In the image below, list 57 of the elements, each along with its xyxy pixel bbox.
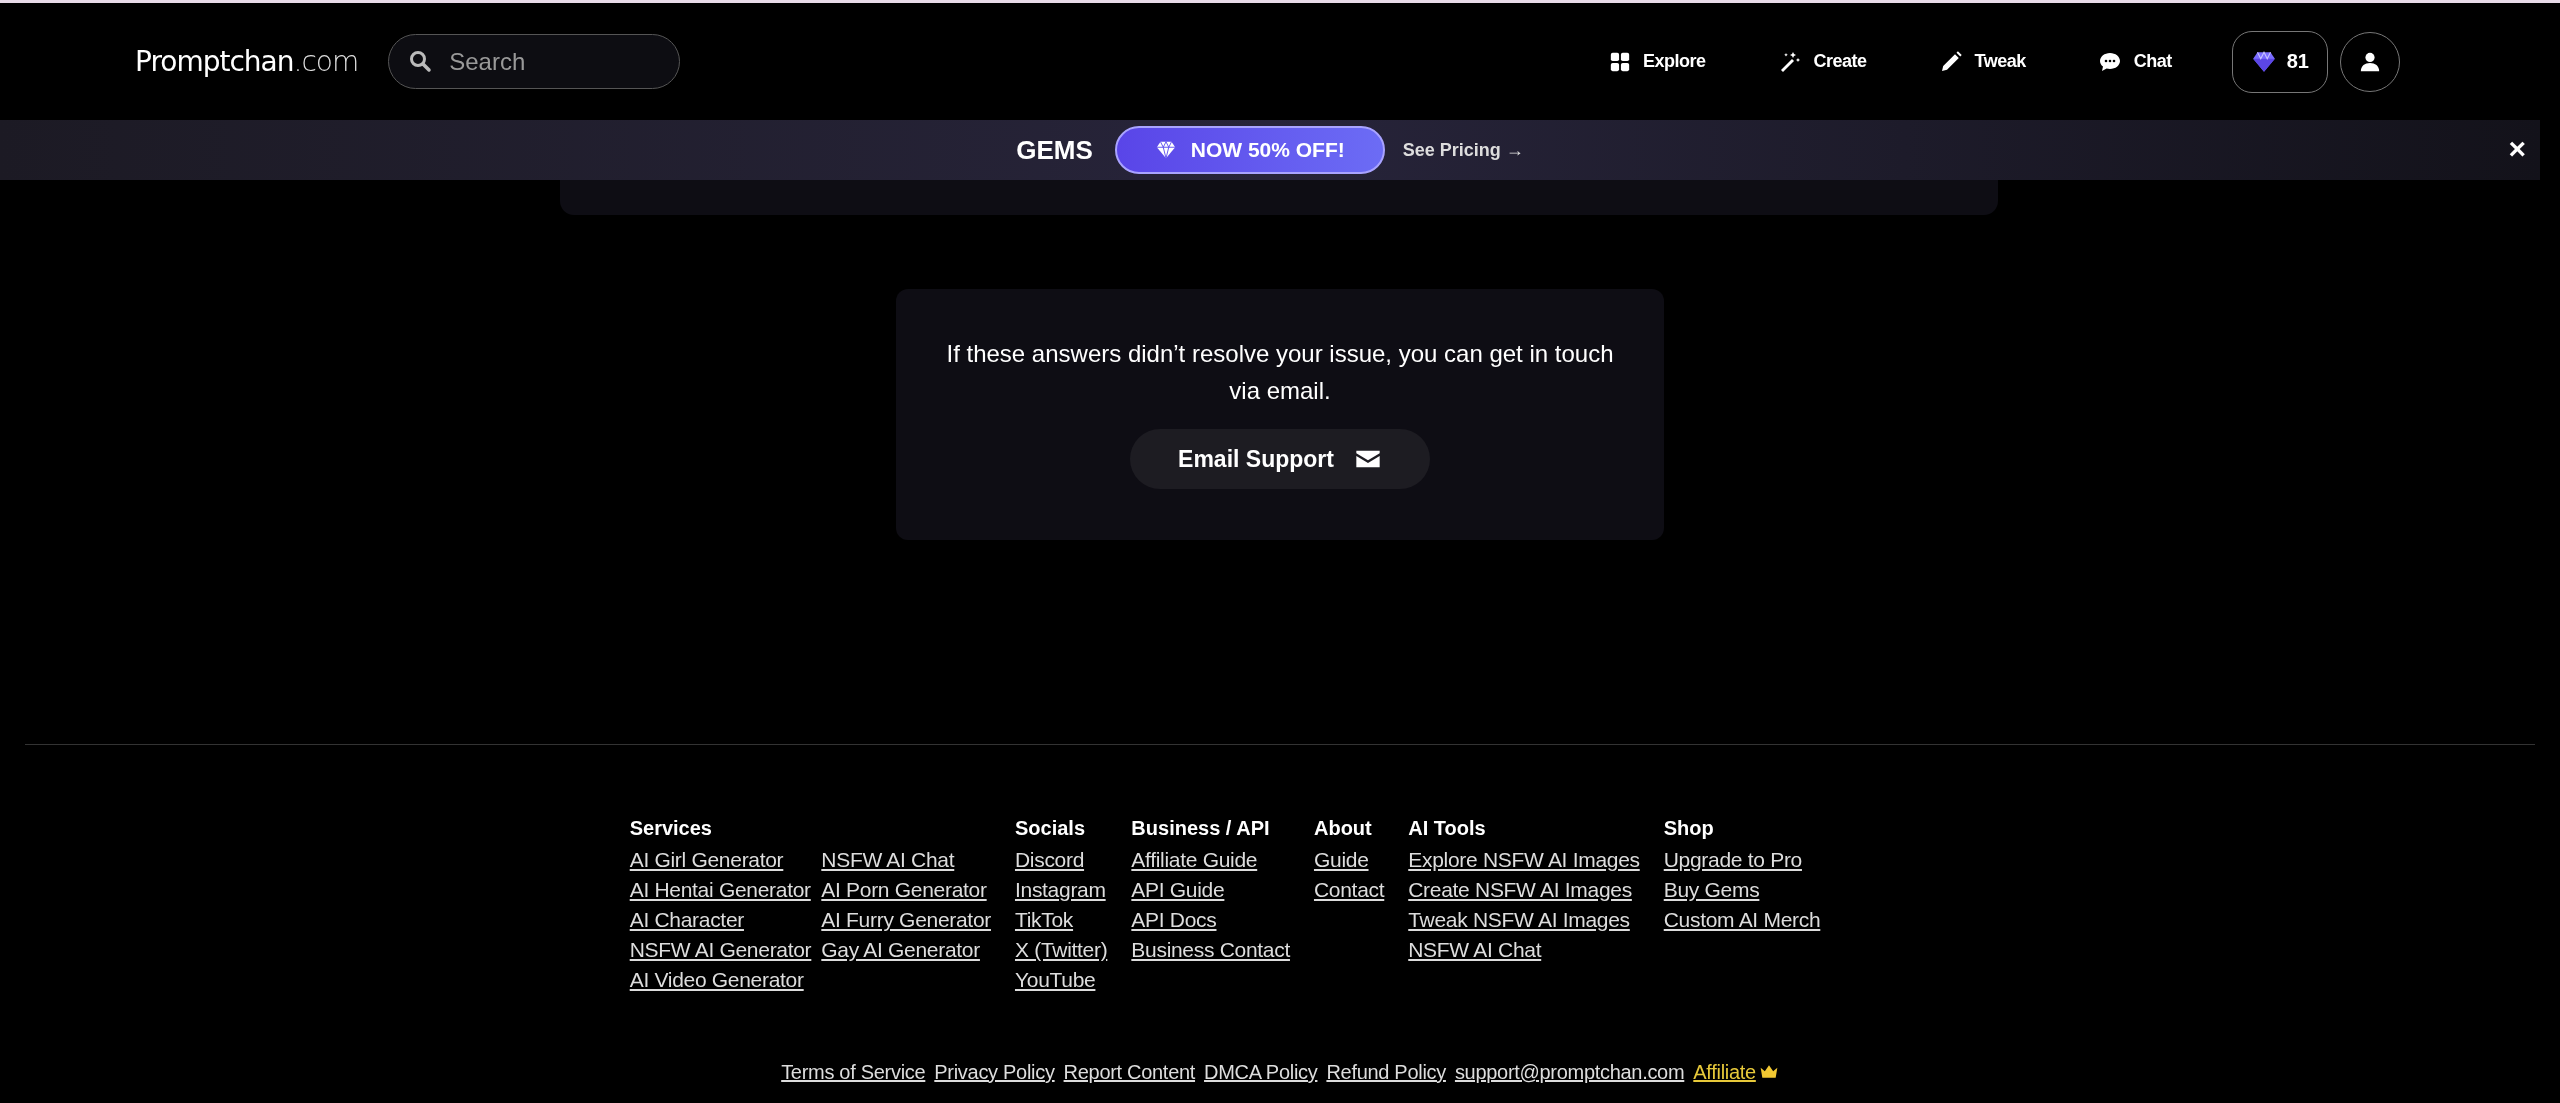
footer-link[interactable]: Contact xyxy=(1313,875,1385,905)
footer-heading: Shop xyxy=(1663,816,1715,841)
footer-link[interactable]: NSFW AI Generator xyxy=(629,935,812,965)
footer-link[interactable]: Custom AI Merch xyxy=(1663,905,1821,935)
nav-link[interactable]: Explore xyxy=(1573,49,1742,74)
affiliate-link[interactable]: Affiliate xyxy=(1693,1057,1756,1087)
footer-link[interactable]: Business Contact xyxy=(1131,935,1290,965)
footer-link[interactable]: AI Video Generator xyxy=(629,965,812,995)
footer-heading: Business / API xyxy=(1131,816,1271,841)
footer-link[interactable]: AI Hentai Generator xyxy=(629,875,812,905)
footer-link[interactable]: AI Porn Generator xyxy=(821,875,991,905)
footer-link[interactable]: Instagram xyxy=(1014,875,1108,905)
site-logo[interactable]: Promptchan.com xyxy=(135,45,359,78)
footer-link[interactable]: Explore NSFW AI Images xyxy=(1408,845,1640,875)
banner-title: GEMS xyxy=(1016,134,1093,166)
email-support-button[interactable]: Email Support xyxy=(1130,429,1430,489)
nav-link[interactable]: Chat xyxy=(2061,49,2208,74)
nav-link[interactable]: Tweak xyxy=(1902,49,2062,74)
footer-link[interactable]: Terms of Service xyxy=(781,1057,926,1087)
footer-heading: Services xyxy=(629,816,713,841)
offer-button[interactable]: NOW 50% OFF! xyxy=(1114,126,1385,174)
footer-link[interactable]: Create NSFW AI Images xyxy=(1408,875,1640,905)
footer-link[interactable]: NSFW AI Chat xyxy=(821,845,991,875)
search-icon xyxy=(408,49,433,73)
footer-link[interactable]: X (Twitter) xyxy=(1014,935,1108,965)
footer-link[interactable]: Report Content xyxy=(1063,1057,1196,1087)
nav-link[interactable]: Create xyxy=(1741,49,1903,74)
footer-link[interactable]: Tweak NSFW AI Images xyxy=(1408,905,1640,935)
close-button[interactable]: × xyxy=(2500,132,2534,166)
footer-link[interactable]: TikTok xyxy=(1014,905,1108,935)
footer-link[interactable]: Upgrade to Pro xyxy=(1663,845,1821,875)
footer-heading: AI Tools xyxy=(1408,816,1487,841)
support-message: If these answers didn’t resolve your issue, you can get in touch via email. xyxy=(945,339,1615,406)
footer-link[interactable]: DMCA Policy xyxy=(1204,1057,1318,1087)
footer-heading: About xyxy=(1313,816,1373,841)
footer-heading: Socials xyxy=(1014,816,1086,841)
footer-link[interactable]: Refund Policy xyxy=(1326,1057,1446,1087)
footer-link[interactable]: API Docs xyxy=(1131,905,1290,935)
search-field[interactable]: Search xyxy=(388,34,681,89)
gems-button[interactable]: 81 xyxy=(2231,30,2328,93)
footer-link[interactable]: Gay AI Generator xyxy=(821,935,991,965)
gem-icon xyxy=(1154,139,1177,161)
footer-link[interactable]: API Guide xyxy=(1131,875,1290,905)
footer-link[interactable]: support@promptchan.com xyxy=(1454,1057,1685,1087)
footer-link[interactable]: NSFW AI Chat xyxy=(1408,935,1640,965)
footer-link[interactable]: Buy Gems xyxy=(1663,875,1821,905)
footer-link[interactable]: YouTube xyxy=(1014,965,1108,995)
footer-link[interactable]: Guide xyxy=(1313,845,1385,875)
footer-link[interactable]: Affiliate Guide xyxy=(1131,845,1290,875)
footer-link[interactable]: Privacy Policy xyxy=(934,1057,1055,1087)
footer-link[interactable]: AI Furry Generator xyxy=(821,905,991,935)
grid-icon xyxy=(1609,50,1631,73)
footer-link[interactable]: Discord xyxy=(1014,845,1108,875)
footer-link[interactable]: AI Girl Generator xyxy=(629,845,812,875)
footer-link[interactable]: AI Character xyxy=(629,905,812,935)
pricing-link[interactable]: See Pricing → xyxy=(1402,139,1524,161)
user-icon xyxy=(2359,50,2381,73)
